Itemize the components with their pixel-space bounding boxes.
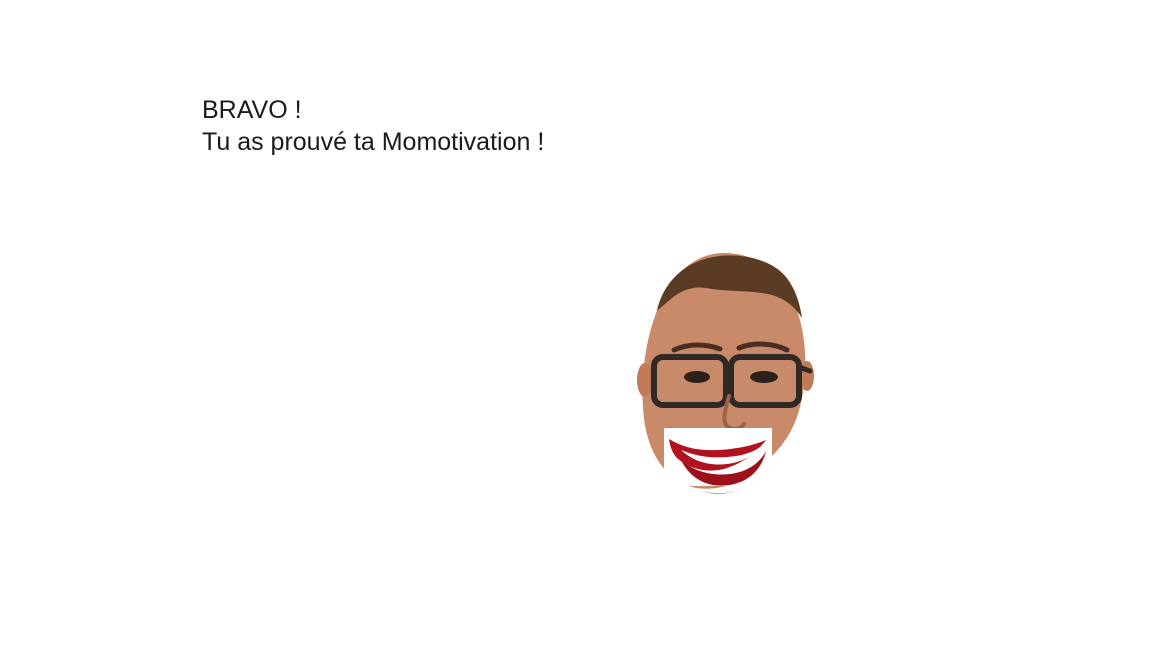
message-title: BRAVO ! [202, 96, 302, 124]
left-ear [637, 363, 653, 397]
message-subtitle: Tu as prouvé ta Momotivation ! [202, 128, 545, 156]
right-eye [750, 371, 778, 383]
left-eye [684, 371, 710, 383]
face-illustration [637, 253, 814, 494]
portrait [636, 248, 816, 500]
page: { "message": { "line1": "BRAVO !", "line… [0, 0, 1152, 648]
success-message: BRAVO ! Tu as prouvé ta Momotivation ! [202, 94, 544, 158]
